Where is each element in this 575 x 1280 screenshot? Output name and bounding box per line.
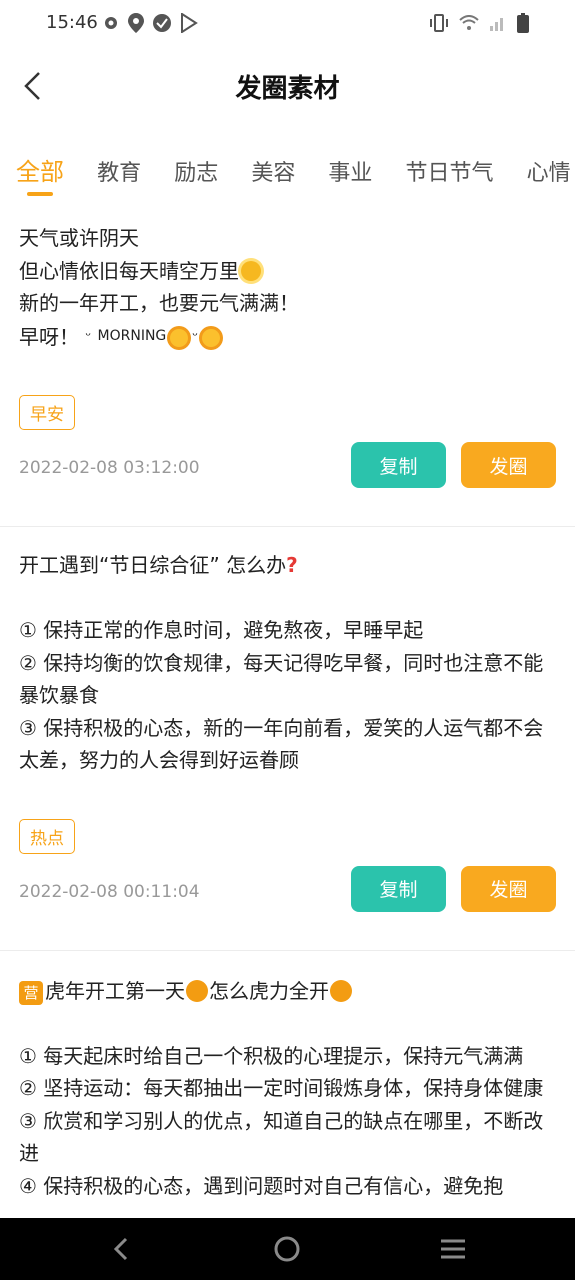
title-bar: 发圈素材 — [0, 48, 575, 128]
nav-menu-button[interactable] — [438, 1234, 468, 1264]
post-tag[interactable]: 热点 — [19, 818, 75, 854]
post-title: 开工遇到“节日综合征” 怎么办? — [19, 553, 298, 577]
tab-label: 全部 — [16, 158, 64, 186]
nav-back-button[interactable] — [106, 1234, 136, 1264]
wifi-icon — [459, 15, 479, 30]
status-icons-right — [429, 13, 529, 33]
post-card: 天气或许阴天 但心情依旧每天晴空万里 新的一年开工，也要元气满满！ 早呀！ ᵕ … — [0, 222, 575, 527]
post-card: 营虎年开工第一天 怎么虎力全开 ① 每天起床时给自己一个积极的心理提示，保持元气满… — [0, 951, 575, 1203]
nav-menu-icon — [441, 1239, 465, 1259]
tab-inspiration[interactable]: 励志 — [174, 155, 218, 187]
post-line: 新的一年开工，也要元气满满！ — [19, 291, 299, 315]
post-feed[interactable]: 天气或许阴天 但心情依旧每天晴空万里 新的一年开工，也要元气满满！ 早呀！ ᵕ … — [0, 222, 575, 1218]
post-footer: 2022-02-08 00:11:04 复制 发圈 — [19, 854, 556, 950]
post-blank-line — [19, 582, 556, 615]
post-content: 开工遇到“节日综合征” 怎么办? ① 保持正常的作息时间，避免熬夜，早睡早起 ②… — [19, 549, 556, 777]
post-moments-button[interactable]: 发圈 — [461, 865, 556, 912]
status-icons-left — [102, 13, 198, 33]
post-moments-button[interactable]: 发圈 — [461, 442, 556, 488]
post-line: 早呀！ ᵕ MORNING ᵕ — [19, 320, 556, 354]
post-content: 营虎年开工第一天 怎么虎力全开 ① 每天起床时给自己一个积极的心理提示，保持元气满… — [19, 975, 556, 1203]
copy-button[interactable]: 复制 — [351, 442, 446, 488]
post-line: ③ 保持积极的心态，新的一年向前看，爱笑的人运气都不会太差，努力的人会得到好运眷… — [19, 715, 544, 773]
sun-emoji-icon — [241, 260, 261, 281]
smile-emoji-icon: ᵕ — [192, 327, 199, 344]
post-card: 开工遇到“节日综合征” 怎么办? ① 保持正常的作息时间，避免熬夜，早睡早起 ②… — [0, 527, 575, 951]
tiger-emoji-icon — [186, 979, 208, 1002]
post-tag[interactable]: 早安 — [19, 395, 75, 430]
post-content: 天气或许阴天 但心情依旧每天晴空万里 新的一年开工，也要元气满满！ 早呀！ ᵕ … — [19, 222, 556, 353]
post-footer: 2022-02-08 03:12:00 复制 发圈 — [19, 430, 556, 526]
system-nav-bar — [0, 1218, 575, 1280]
post-title: 营虎年开工第一天 怎么虎力全开 — [19, 975, 556, 1008]
nav-home-button[interactable] — [272, 1234, 302, 1264]
post-blank-line — [19, 1007, 556, 1040]
tab-mood[interactable]: 心情 — [527, 155, 571, 187]
copy-button[interactable]: 复制 — [351, 865, 446, 912]
tab-festivals[interactable]: 节日节气 — [406, 155, 494, 187]
post-line: ① 保持正常的作息时间，避免熬夜，早睡早起 — [19, 618, 424, 642]
question-mark-icon: ? — [286, 553, 298, 577]
check-circle-icon — [153, 14, 171, 32]
post-line: ④ 保持积极的心态，遇到问题时对自己有信心，避免抱 — [19, 1173, 504, 1198]
signal-icon — [490, 18, 503, 31]
gear-icon — [105, 17, 117, 29]
tiger-emoji-icon — [330, 979, 352, 1002]
smile-emoji-icon: ᵕ — [85, 327, 92, 344]
nav-back-icon — [113, 1237, 128, 1261]
post-line: ② 保持均衡的饮食规律，每天记得吃早餐，同时也注意不能暴饮暴食 — [19, 650, 544, 708]
tab-career[interactable]: 事业 — [328, 155, 372, 187]
post-line: 但心情依旧每天晴空万里 — [19, 255, 556, 288]
tab-active-indicator — [27, 192, 53, 196]
ying-emoji-icon: 营 — [19, 980, 43, 1005]
tab-all[interactable]: 全部 — [16, 152, 64, 196]
nav-home-icon — [274, 1236, 300, 1262]
status-bar: 15:46 — [0, 0, 575, 48]
flower-emoji-icon — [202, 328, 221, 347]
location-icon — [128, 13, 144, 33]
post-line: ③ 欣赏和学习别人的优点，知道自己的缺点在哪里，不断改进 — [19, 1108, 544, 1166]
tab-education[interactable]: 教育 — [97, 155, 141, 187]
post-line: 天气或许阴天 — [19, 226, 139, 250]
battery-icon — [517, 13, 529, 33]
category-tabs: 全部 教育 励志 美容 事业 节日节气 心情 — [16, 152, 575, 202]
status-time: 15:46 — [46, 12, 98, 33]
post-date: 2022-02-08 03:12:00 — [19, 458, 200, 478]
page-title: 发圈素材 — [235, 74, 340, 104]
post-line: ① 每天起床时给自己一个积极的心理提示，保持元气满满 — [19, 1043, 524, 1068]
flower-emoji-icon — [170, 328, 189, 347]
post-date: 2022-02-08 00:11:04 — [19, 881, 200, 902]
tab-beauty[interactable]: 美容 — [251, 155, 295, 187]
vibrate-icon — [430, 14, 448, 32]
post-line: ② 坚持运动：每天都抽出一定时间锻炼身体，保持身体健康 — [19, 1076, 544, 1100]
morning-text: MORNING — [97, 327, 167, 344]
play-store-icon — [181, 13, 198, 33]
